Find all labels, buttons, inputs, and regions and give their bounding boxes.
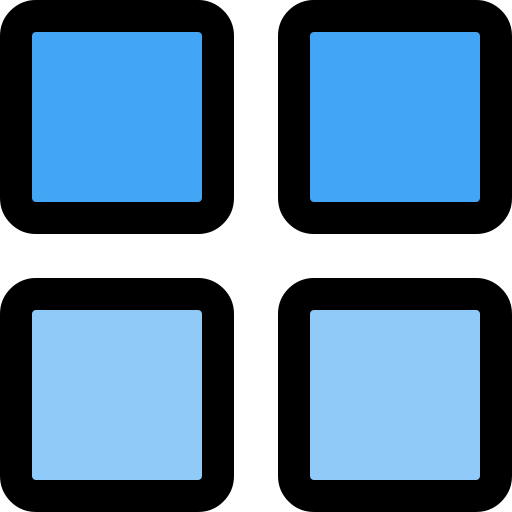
tile-top-right (278, 0, 512, 234)
tile-bottom-left (0, 278, 234, 512)
tile-top-left (0, 0, 234, 234)
tile-bottom-right (278, 278, 512, 512)
grid-icon-canvas (0, 0, 512, 512)
grid-icon (0, 0, 512, 512)
